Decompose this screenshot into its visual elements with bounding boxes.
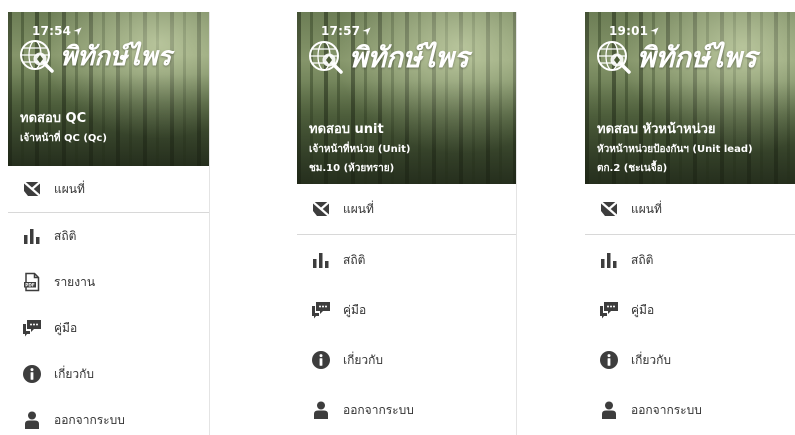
drawer-menu: แผนที่ สถิติ คู่มือ เกี่ยวกับ ออกจากระบบ [585, 184, 795, 435]
menu-item-label: แผนที่ [343, 201, 374, 216]
user-name: ทดสอบ unit [309, 122, 384, 137]
user-info: ทดสอบ QC เจ้าหน้าที่ QC (Qc) [20, 107, 203, 146]
globe-magnifier-logo-icon [307, 38, 347, 78]
app-logo: พิทักษ์ไพร [595, 36, 757, 80]
menu-item-label: ออกจากระบบ [54, 412, 125, 427]
menu-item-label: แผนที่ [631, 201, 662, 216]
menu-item-label: สถิติ [343, 252, 366, 267]
map-icon [599, 199, 619, 219]
bar-chart-icon [599, 250, 619, 270]
user-info: ทดสอบ หัวหน้าหน่วย หัวหน้าหน่วยป้องกันฯ … [597, 118, 789, 176]
drawer-screen-unit: 17:57 พิทักษ์ไพร ทดสอบ unit เจ้าหน้าที่ห… [297, 12, 517, 435]
user-name: ทดสอบ หัวหน้าหน่วย [597, 122, 716, 137]
location-arrow-icon [73, 27, 82, 36]
drawer-header: 17:57 พิทักษ์ไพร ทดสอบ unit เจ้าหน้าที่ห… [297, 12, 516, 184]
menu-item-about[interactable]: เกี่ยวกับ [8, 351, 209, 397]
menu-item-about[interactable]: เกี่ยวกับ [297, 335, 516, 385]
menu-item-label: เกี่ยวกับ [54, 366, 95, 381]
user-icon [599, 400, 619, 420]
menu-item-manual[interactable]: คู่มือ [8, 305, 209, 351]
menu-item-stats[interactable]: สถิติ [585, 235, 795, 285]
drawer-header: 19:01 พิทักษ์ไพร ทดสอบ หัวหน้าหน่วย หัวห… [585, 12, 795, 184]
chat-bubble-icon [311, 300, 331, 320]
map-icon [22, 179, 42, 199]
menu-item-manual[interactable]: คู่มือ [297, 285, 516, 335]
menu-item-logout[interactable]: ออกจากระบบ [585, 385, 795, 435]
drawer-header: 17:54 พิทักษ์ไพร ทดสอบ QC เจ้าหน้าที่ QC… [8, 12, 209, 166]
chat-bubble-icon [22, 318, 42, 338]
map-icon [311, 199, 331, 219]
menu-item-label: ออกจากระบบ [343, 402, 414, 417]
menu-item-report[interactable]: รายงาน [8, 259, 209, 305]
user-icon [22, 410, 42, 430]
bar-chart-icon [22, 226, 42, 246]
menu-item-logout[interactable]: ออกจากระบบ [297, 385, 516, 435]
menu-item-label: รายงาน [54, 274, 96, 289]
menu-item-label: ออกจากระบบ [631, 402, 702, 417]
info-icon [311, 350, 331, 370]
app-logo: พิทักษ์ไพร [18, 36, 171, 77]
user-role: หัวหน้าหน่วยป้องกันฯ (Unit lead) [597, 144, 753, 155]
drawer-screen-unit-lead: 19:01 พิทักษ์ไพร ทดสอบ หัวหน้าหน่วย หัวห… [585, 12, 795, 435]
info-icon [22, 364, 42, 384]
user-unit: ตก.2 (ชะเนจื้อ) [597, 163, 668, 174]
menu-item-label: คู่มือ [54, 320, 78, 335]
menu-item-stats[interactable]: สถิติ [297, 235, 516, 285]
info-icon [599, 350, 619, 370]
menu-item-label: สถิติ [631, 252, 654, 267]
user-name: ทดสอบ QC [20, 111, 87, 126]
menu-item-map[interactable]: แผนที่ [585, 184, 795, 235]
drawer-menu: แผนที่ สถิติ คู่มือ เกี่ยวกับ ออกจากระบบ [297, 184, 516, 435]
menu-item-label: คู่มือ [343, 302, 367, 317]
app-logo-text: พิทักษ์ไพร [637, 41, 757, 74]
user-role: เจ้าหน้าที่ QC (Qc) [20, 133, 107, 144]
menu-item-label: เกี่ยวกับ [631, 352, 672, 367]
drawer-screen-qc: 17:54 พิทักษ์ไพร ทดสอบ QC เจ้าหน้าที่ QC… [8, 12, 210, 435]
pdf-file-icon [22, 272, 42, 292]
app-logo: พิทักษ์ไพร [307, 36, 469, 80]
location-arrow-icon [650, 27, 659, 36]
menu-item-label: คู่มือ [631, 302, 655, 317]
menu-item-about[interactable]: เกี่ยวกับ [585, 335, 795, 385]
menu-item-label: สถิติ [54, 228, 77, 243]
chat-bubble-icon [599, 300, 619, 320]
user-icon [311, 400, 331, 420]
drawer-menu: แผนที่ สถิติ รายงาน คู่มือ เกี่ยวกับ ออก… [8, 166, 209, 435]
bar-chart-icon [311, 250, 331, 270]
user-unit: ชม.10 (ห้วยทราย) [309, 163, 395, 174]
globe-magnifier-logo-icon [18, 37, 58, 77]
menu-item-map[interactable]: แผนที่ [8, 166, 209, 213]
app-logo-text: พิทักษ์ไพร [60, 42, 172, 72]
location-arrow-icon [362, 27, 371, 36]
user-info: ทดสอบ unit เจ้าหน้าที่หน่วย (Unit) ชม.10… [309, 118, 510, 176]
menu-item-label: แผนที่ [54, 181, 85, 196]
menu-item-logout[interactable]: ออกจากระบบ [8, 397, 209, 435]
menu-item-stats[interactable]: สถิติ [8, 213, 209, 259]
menu-item-label: เกี่ยวกับ [343, 352, 384, 367]
user-role: เจ้าหน้าที่หน่วย (Unit) [309, 144, 411, 155]
menu-item-map[interactable]: แผนที่ [297, 184, 516, 235]
menu-item-manual[interactable]: คู่มือ [585, 285, 795, 335]
globe-magnifier-logo-icon [595, 38, 635, 78]
app-logo-text: พิทักษ์ไพร [349, 41, 469, 74]
